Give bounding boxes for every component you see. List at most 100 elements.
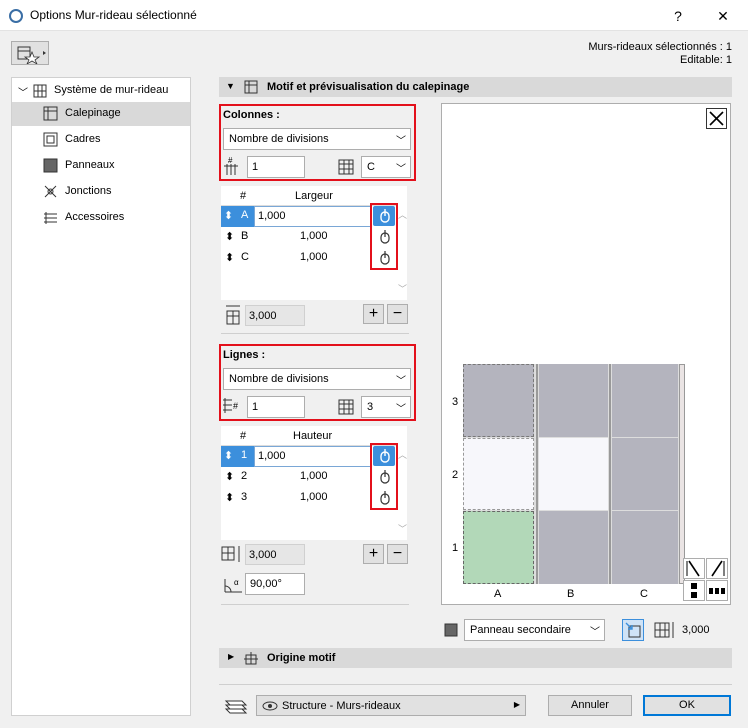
sidebar-item-cadres[interactable]: Cadres <box>12 128 190 152</box>
help-button[interactable]: ? <box>668 6 688 26</box>
add-line-button[interactable]: + <box>363 544 384 564</box>
remove-line-button[interactable]: − <box>387 544 408 564</box>
scroll-up-icon[interactable]: ︿ <box>398 448 407 461</box>
panel-cell[interactable] <box>539 511 608 584</box>
sidebar-item-panneaux[interactable]: Panneaux <box>12 154 190 178</box>
row-label: 2 <box>452 469 459 481</box>
add-column-button[interactable]: + <box>363 304 384 324</box>
panel-cell[interactable] <box>539 438 608 510</box>
diagonal-left-button[interactable] <box>683 558 705 579</box>
accessory-icon <box>44 212 57 224</box>
link-icon[interactable] <box>376 229 392 245</box>
total-width-icon <box>654 622 674 638</box>
sidebar-item-label: Accessoires <box>65 211 125 223</box>
link-icon[interactable] <box>376 208 392 224</box>
panel-cell[interactable] <box>612 364 678 437</box>
width-value: 1,000 <box>300 230 328 242</box>
lines-total-value: 3,000 <box>249 549 277 561</box>
layers-icon <box>224 700 248 714</box>
link-column-highlight <box>370 443 398 510</box>
remove-column-button[interactable]: − <box>387 304 408 324</box>
lines-ref-value: 3 <box>367 401 374 413</box>
expand-arrow-icon[interactable]: ▶ <box>228 652 234 661</box>
selected-count: Murs-rideaux sélectionnés : 1 <box>588 41 732 53</box>
chevron-down-icon: ﹀ <box>396 136 406 147</box>
sidebar-item-jonctions[interactable]: Jonctions <box>12 180 190 204</box>
width-value: 1,000 <box>258 210 286 222</box>
panel-cell[interactable] <box>612 438 678 510</box>
columns-total-field: 3,000 <box>245 305 305 326</box>
sidebar-item-calepinage[interactable]: Calepinage <box>12 102 190 126</box>
link-icon[interactable] <box>376 469 392 485</box>
close-icon <box>709 111 724 126</box>
width-input[interactable]: 1,000 <box>254 206 372 227</box>
chevron-down-icon[interactable]: ﹀ <box>18 84 28 99</box>
total-width-icon <box>226 305 240 325</box>
columns-mode-select[interactable]: Nombre de divisions ﹀ <box>223 128 411 150</box>
lines-count-input[interactable]: 1 <box>247 396 305 418</box>
chevron-down-icon: ﹀ <box>396 376 406 387</box>
lines-ref-select[interactable]: 3 ﹀ <box>361 396 411 418</box>
columns-ref-select[interactable]: C ﹀ <box>361 156 411 178</box>
link-icon[interactable] <box>376 490 392 506</box>
editable-count: Editable: 1 <box>680 54 732 66</box>
drag-handle-icon[interactable]: ⬍ <box>221 206 236 227</box>
cancel-button[interactable]: Annuler <box>548 695 632 716</box>
favorites-button[interactable] <box>11 41 49 66</box>
close-window-button[interactable]: ✕ <box>713 6 733 26</box>
divider <box>221 604 409 605</box>
lines-mode-select[interactable]: Nombre de divisions ﹀ <box>223 368 411 390</box>
close-preview-button[interactable] <box>706 108 727 129</box>
panel-cell[interactable] <box>539 364 608 437</box>
columns-ref-value: C <box>367 161 375 173</box>
lines-count-value: 1 <box>252 401 259 413</box>
columns-count-input[interactable]: 1 <box>247 156 305 178</box>
favorites-icon <box>17 46 46 66</box>
drag-handle-icon[interactable]: ⬍ <box>225 230 234 243</box>
section-header[interactable]: ▼ Motif et prévisualisation du calepinag… <box>219 77 732 97</box>
height-input[interactable]: 1,000 <box>254 446 372 467</box>
row-count-icon: # <box>223 398 238 413</box>
table-grid-icon <box>338 399 354 415</box>
diagonal-right-button[interactable] <box>706 558 728 579</box>
scroll-down-icon[interactable]: ﹀ <box>398 282 407 295</box>
angle-input[interactable]: 90,00° <box>245 573 305 595</box>
drag-handle-icon[interactable]: ⬍ <box>221 446 236 467</box>
panel-cell[interactable] <box>612 511 678 584</box>
link-icon[interactable] <box>376 448 392 464</box>
drag-handle-icon[interactable]: ⬍ <box>225 470 234 483</box>
column-header-number: # <box>240 190 247 202</box>
sidebar-item-accessoires[interactable]: Accessoires <box>12 206 190 230</box>
height-value: 1,000 <box>300 470 328 482</box>
layer-select[interactable]: Structure - Murs-rideaux ▶ <box>256 695 526 716</box>
ok-button[interactable]: OK <box>643 695 731 716</box>
panel-cell[interactable] <box>463 511 534 584</box>
window-title: Options Mur-rideau sélectionné <box>30 8 197 22</box>
columns-label: Colonnes : <box>223 109 280 121</box>
row-id: C <box>241 251 249 263</box>
mullion <box>679 364 685 584</box>
origin-title: Origine motif <box>267 652 336 664</box>
drag-handle-icon[interactable]: ⬍ <box>225 251 234 264</box>
assign-panel-icon <box>625 622 641 638</box>
row-label: 1 <box>452 542 459 554</box>
panel-type-select[interactable]: Panneau secondaire ﹀ <box>464 619 605 641</box>
panel-cell[interactable] <box>463 364 534 437</box>
scroll-down-icon[interactable]: ﹀ <box>398 522 407 535</box>
vertical-split-button[interactable] <box>683 580 705 601</box>
panel-cell[interactable] <box>463 438 534 510</box>
horizontal-split-button[interactable] <box>706 580 728 601</box>
link-icon[interactable] <box>376 250 392 266</box>
layer-value: Structure - Murs-rideaux <box>282 700 401 712</box>
height-value: 1,000 <box>258 450 286 462</box>
assign-panel-button[interactable] <box>622 619 644 641</box>
selection-info: Murs-rideaux sélectionnés : 1 Editable: … <box>588 41 732 67</box>
sidebar-root-label[interactable]: Système de mur-rideau <box>54 84 168 96</box>
scroll-up-icon[interactable]: ︿ <box>398 208 407 221</box>
collapse-arrow-icon[interactable]: ▼ <box>226 81 235 91</box>
origin-section-header[interactable]: ▶ Origine motif <box>219 648 732 668</box>
row-id: 1 <box>236 446 254 467</box>
row-id: B <box>241 230 249 242</box>
drag-handle-icon[interactable]: ⬍ <box>225 491 234 504</box>
sidebar-item-label: Jonctions <box>65 185 112 197</box>
